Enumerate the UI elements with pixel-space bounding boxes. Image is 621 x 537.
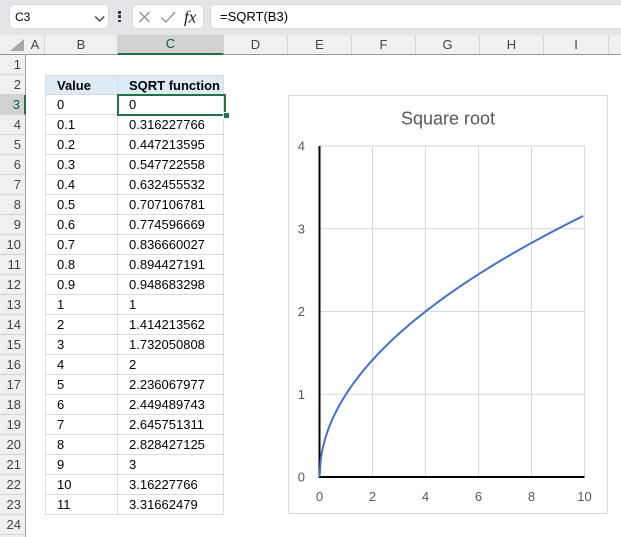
svg-text:fx: fx [184,8,197,27]
svg-text:2: 2 [298,304,305,319]
svg-text:6: 6 [475,489,482,504]
svg-text:8: 8 [528,489,535,504]
svg-text:Square root: Square root [401,109,495,129]
svg-text:10: 10 [577,489,591,504]
svg-text:4: 4 [422,489,429,504]
svg-text:2: 2 [369,489,376,504]
svg-text:3: 3 [298,221,305,236]
svg-text:1: 1 [298,387,305,402]
svg-text:0: 0 [298,470,305,485]
svg-text:0: 0 [316,489,323,504]
svg-text:4: 4 [298,139,305,154]
